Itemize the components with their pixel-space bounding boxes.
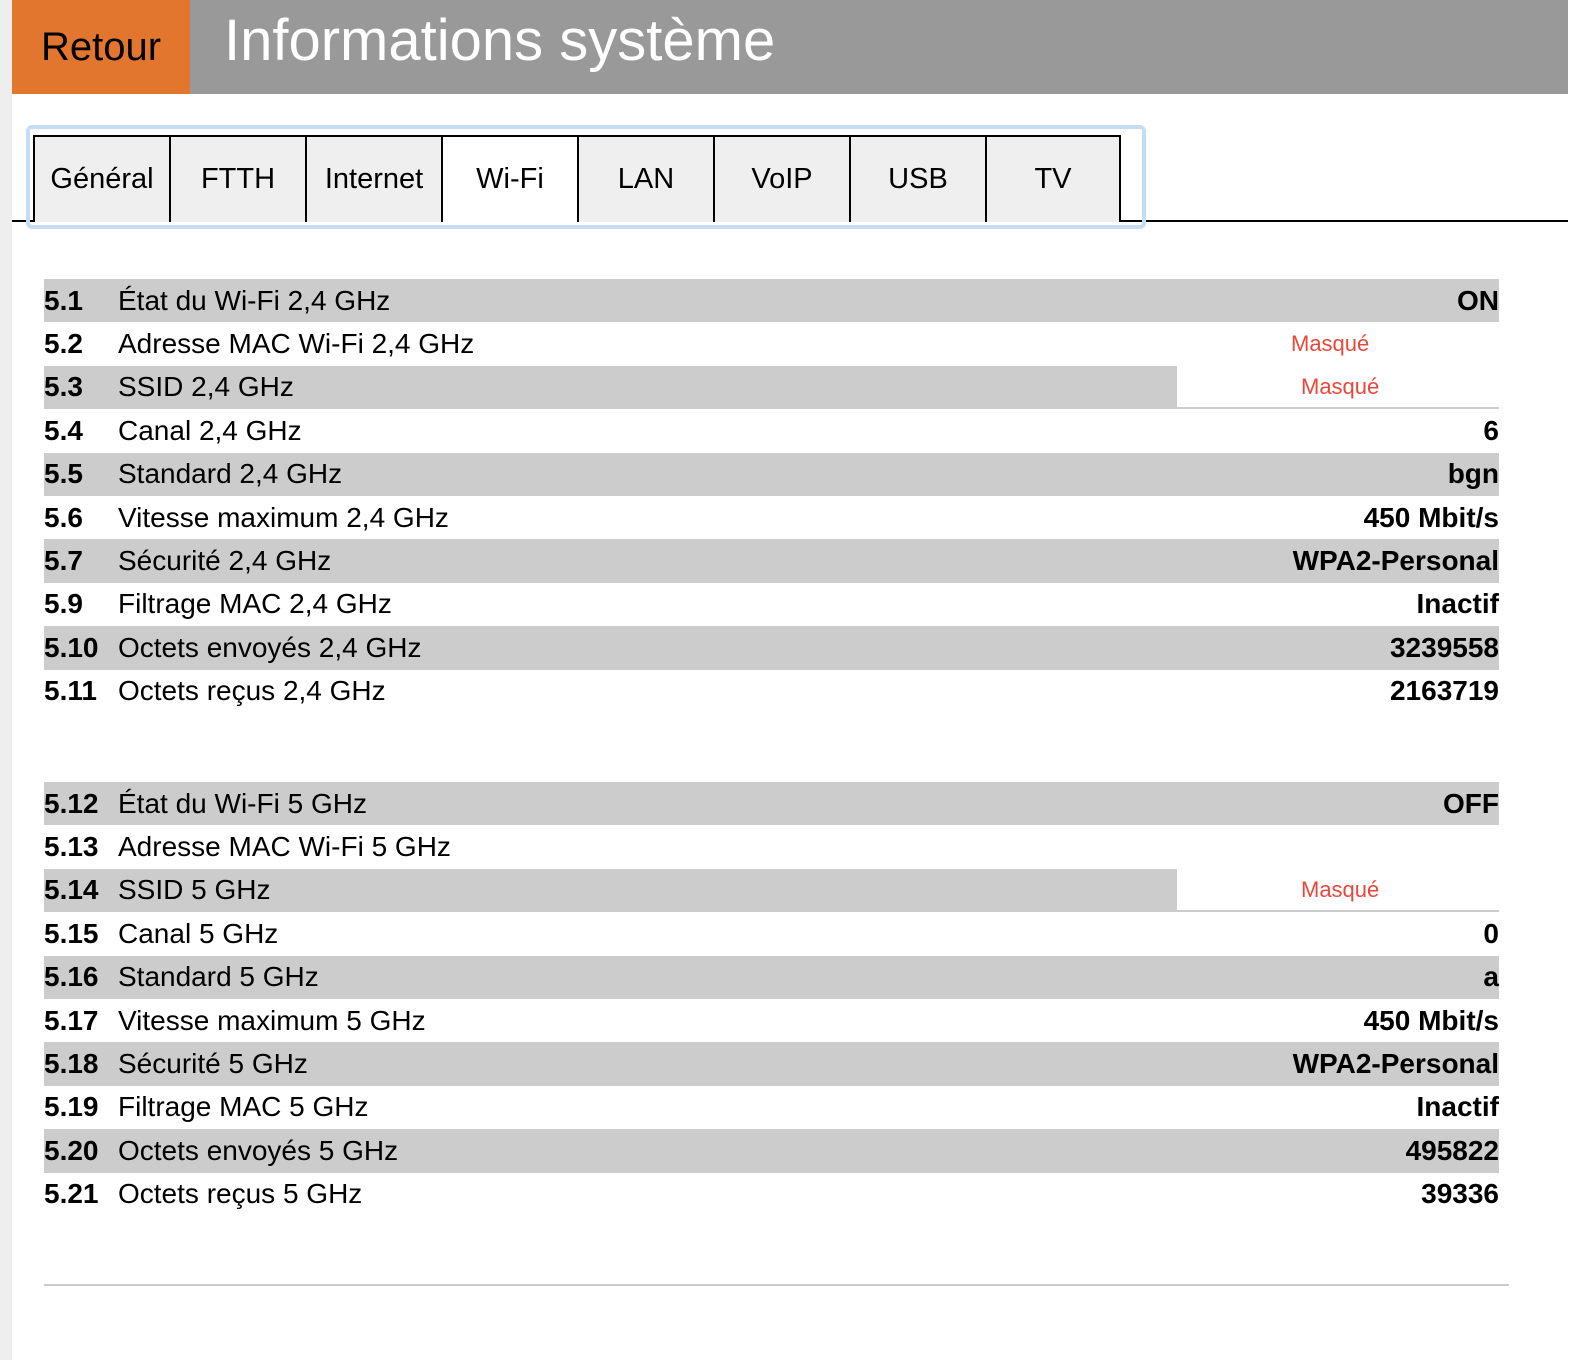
row-number: 5.17 — [44, 1004, 99, 1036]
table-row: 5.10 Octets envoyés 2,4 GHz 3239558 — [44, 626, 1499, 670]
row-value: 450 Mbit/s — [1363, 1004, 1499, 1036]
table-row: 5.7 Sécurité 2,4 GHz WPA2-Personal — [44, 539, 1499, 583]
row-number: 5.3 — [44, 371, 83, 403]
row-label: Octets reçus 2,4 GHz — [118, 675, 386, 707]
row-number: 5.21 — [44, 1178, 99, 1210]
row-number: 5.19 — [44, 1091, 99, 1123]
row-number: 5.1 — [44, 284, 83, 316]
row-number: 5.2 — [44, 328, 83, 360]
table-row: 5.18 Sécurité 5 GHz WPA2-Personal — [44, 1042, 1499, 1086]
row-label: Octets envoyés 2,4 GHz — [118, 631, 422, 663]
table-row: 5.5 Standard 2,4 GHz bgn — [44, 452, 1499, 496]
table-row: 5.19 Filtrage MAC 5 GHz Inactif — [44, 1086, 1499, 1129]
row-label: Sécurité 2,4 GHz — [118, 545, 332, 577]
table-row: 5.15 Canal 5 GHz 0 — [44, 912, 1499, 955]
row-label: SSID 5 GHz — [118, 874, 271, 906]
row-value: 450 Mbit/s — [1363, 501, 1499, 533]
table-row: 5.1 État du Wi-Fi 2,4 GHz ON — [44, 279, 1499, 323]
masked-value: Masqué — [1291, 331, 1370, 357]
table-row: 5.6 Vitesse maximum 2,4 GHz 450 Mbit/s — [44, 496, 1499, 539]
table-row: 5.14 SSID 5 GHz Masqué — [44, 868, 1499, 913]
header: Retour Informations système — [12, 0, 1568, 94]
tab-ftth[interactable]: FTTH — [169, 137, 305, 222]
row-label: Filtrage MAC 5 GHz — [118, 1091, 369, 1123]
row-label: Octets reçus 5 GHz — [118, 1178, 363, 1210]
row-number: 5.14 — [44, 874, 99, 906]
row-number: 5.10 — [44, 631, 99, 663]
row-number: 5.5 — [44, 458, 83, 490]
row-label: Standard 5 GHz — [118, 961, 319, 993]
table-row: 5.13 Adresse MAC Wi-Fi 5 GHz — [44, 825, 1499, 868]
row-number: 5.9 — [44, 588, 83, 620]
row-label: Octets envoyés 5 GHz — [118, 1134, 399, 1166]
wifi-24-table: 5.1 État du Wi-Fi 2,4 GHz ON 5.2 Adresse MAC… — [44, 279, 1499, 713]
row-value: a — [1483, 961, 1499, 993]
row-label: Standard 2,4 GHz — [118, 458, 343, 490]
row-value: 39336 — [1421, 1178, 1499, 1210]
table-row: 5.21 Octets reçus 5 GHz 39336 — [44, 1173, 1499, 1216]
table-row: 5.17 Vitesse maximum 5 GHz 450 Mbit/s — [44, 999, 1499, 1042]
row-number: 5.7 — [44, 545, 83, 577]
row-label: État du Wi-Fi 5 GHz — [118, 787, 367, 819]
tab-wi-fi[interactable]: Wi-Fi — [441, 137, 577, 222]
table-row: 5.2 Adresse MAC Wi-Fi 2,4 GHz Masqué — [44, 322, 1499, 365]
back-button[interactable]: Retour — [12, 0, 190, 94]
tab-bar: Général FTTH Internet Wi-Fi LAN VoIP USB TV — [33, 135, 1121, 222]
row-value: 6 — [1483, 414, 1499, 446]
row-label: Canal 2,4 GHz — [118, 414, 302, 446]
row-value: WPA2-Personal — [1292, 1048, 1499, 1080]
row-label: État du Wi-Fi 2,4 GHz — [118, 284, 391, 316]
row-number: 5.11 — [44, 675, 97, 707]
row-label: Adresse MAC Wi-Fi 5 GHz — [118, 831, 451, 863]
table-row: 5.3 SSID 2,4 GHz Masqué — [44, 365, 1499, 410]
left-margin — [0, 0, 12, 1360]
table-row: 5.12 État du Wi-Fi 5 GHz OFF — [44, 782, 1499, 826]
row-label: SSID 2,4 GHz — [118, 371, 294, 403]
tab-lan[interactable]: LAN — [577, 137, 713, 222]
row-value: 2163719 — [1389, 675, 1499, 707]
masked-value: Masqué — [1301, 374, 1380, 400]
row-value: 0 — [1483, 917, 1499, 949]
table-row: 5.16 Standard 5 GHz a — [44, 955, 1499, 999]
row-value: 495822 — [1405, 1134, 1499, 1166]
row-value: Inactif — [1416, 1091, 1499, 1123]
row-label: Sécurité 5 GHz — [118, 1048, 308, 1080]
row-value: 3239558 — [1389, 631, 1499, 663]
table-row: 5.4 Canal 2,4 GHz 6 — [44, 409, 1499, 452]
row-value: bgn — [1447, 458, 1499, 490]
row-number: 5.20 — [44, 1134, 99, 1166]
row-value: Inactif — [1416, 588, 1499, 620]
wifi-5-table: 5.12 État du Wi-Fi 5 GHz OFF 5.13 Adresse MA… — [44, 782, 1499, 1216]
masked-value: Masqué — [1301, 877, 1380, 903]
divider — [44, 1284, 1509, 1286]
tab-internet[interactable]: Internet — [305, 137, 441, 222]
row-label: Filtrage MAC 2,4 GHz — [118, 588, 392, 620]
page-title: Informations système — [224, 8, 776, 73]
row-value: OFF — [1443, 787, 1499, 819]
tab-voip[interactable]: VoIP — [713, 137, 849, 222]
row-label: Canal 5 GHz — [118, 917, 279, 949]
table-row: 5.20 Octets envoyés 5 GHz 495822 — [44, 1129, 1499, 1173]
tab-tv[interactable]: TV — [985, 137, 1121, 222]
tab-g-n-ral[interactable]: Général — [33, 137, 169, 222]
tab-usb[interactable]: USB — [849, 137, 985, 222]
row-number: 5.18 — [44, 1048, 99, 1080]
row-number: 5.12 — [44, 787, 99, 819]
row-number: 5.4 — [44, 414, 83, 446]
row-value: WPA2-Personal — [1292, 545, 1499, 577]
row-number: 5.16 — [44, 961, 99, 993]
row-value: ON — [1457, 284, 1499, 316]
table-row: 5.9 Filtrage MAC 2,4 GHz Inactif — [44, 583, 1499, 626]
row-number: 5.13 — [44, 831, 99, 863]
table-row: 5.11 Octets reçus 2,4 GHz 2163719 — [44, 670, 1499, 713]
row-number: 5.6 — [44, 501, 83, 533]
row-label: Vitesse maximum 2,4 GHz — [118, 501, 449, 533]
row-number: 5.15 — [44, 917, 99, 949]
row-label: Vitesse maximum 5 GHz — [118, 1004, 426, 1036]
